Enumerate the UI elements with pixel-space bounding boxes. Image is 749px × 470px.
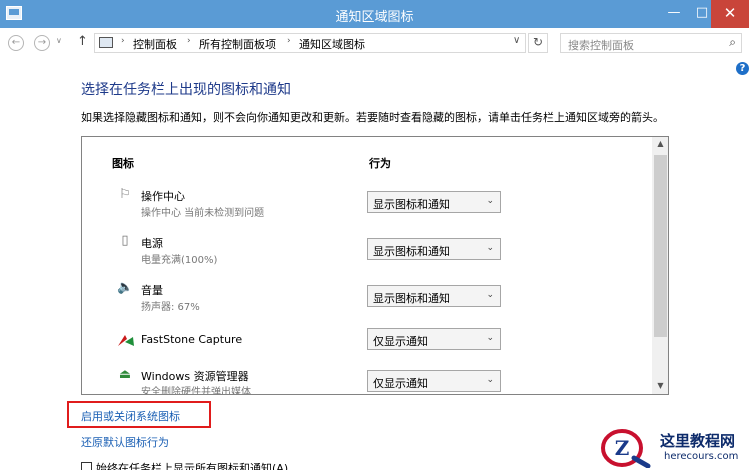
back-button[interactable]: ← <box>8 35 24 51</box>
breadcrumb-separator[interactable]: › <box>121 36 125 46</box>
page-title: 选择在任务栏上出现的图标和通知 <box>81 82 291 98</box>
column-header-action: 行为 <box>369 157 391 170</box>
watermark-title: 这里教程网 <box>660 432 736 450</box>
up-arrow-icon[interactable]: ↑ <box>77 34 88 49</box>
scroll-thumb[interactable] <box>654 155 667 337</box>
chevron-down-icon: ⌄ <box>486 375 494 385</box>
close-button[interactable]: ✕ <box>711 0 749 28</box>
behavior-select-value: 显示图标和通知 <box>373 292 450 305</box>
row-name: 操作中心 <box>141 190 185 203</box>
row-name: Windows 资源管理器 <box>141 370 249 383</box>
row-name: FastStone Capture <box>141 333 243 346</box>
faststone-capture-icon <box>118 335 134 346</box>
checkbox-box[interactable] <box>81 462 92 470</box>
behavior-select-value: 显示图标和通知 <box>373 245 450 258</box>
row-status: 安全删除硬件并弹出媒体 <box>141 387 251 395</box>
breadcrumb-notification-icons[interactable]: 通知区域图标 <box>299 36 365 52</box>
computer-icon <box>99 37 113 48</box>
column-header-icons: 图标 <box>112 157 134 170</box>
search-placeholder: 搜索控制面板 <box>568 39 634 52</box>
window-title: 通知区域图标 <box>335 10 414 25</box>
flag-icon: ⚐ <box>119 187 131 202</box>
chevron-down-icon: ⌄ <box>486 290 494 300</box>
watermark-url: herecours.com <box>664 451 739 462</box>
restore-default-link[interactable]: 还原默认图标行为 <box>81 434 169 450</box>
search-input[interactable]: 搜索控制面板 ⌕ <box>560 33 742 53</box>
page-description: 如果选择隐藏图标和通知，则不会向你通知更改和更新。若要随时查看隐藏的图标，请单击… <box>81 111 664 124</box>
watermark-logo: Z <box>601 429 651 468</box>
refresh-button[interactable]: ↻ <box>528 33 548 53</box>
breadcrumb[interactable]: › 控制面板 › 所有控制面板项 › 通知区域图标 ∨ <box>94 33 526 53</box>
chevron-down-icon: ⌄ <box>486 196 494 206</box>
recent-locations-icon[interactable]: ∨ <box>56 36 62 45</box>
behavior-select[interactable]: 显示图标和通知 ⌄ <box>367 238 501 260</box>
breadcrumb-control-panel[interactable]: 控制面板 <box>133 36 177 52</box>
chevron-down-icon: ⌄ <box>486 243 494 253</box>
row-status: 操作中心 当前未检测到问题 <box>141 208 265 219</box>
row-status: 扬声器: 67% <box>141 302 200 313</box>
behavior-select[interactable]: 显示图标和通知 ⌄ <box>367 191 501 213</box>
breadcrumb-separator[interactable]: › <box>187 36 191 46</box>
behavior-select-value: 仅显示通知 <box>373 377 428 390</box>
address-toolbar: ← → ∨ ↑ › 控制面板 › 所有控制面板项 › 通知区域图标 ∨ ↻ 搜索… <box>0 28 749 58</box>
safely-remove-hardware-icon: ⏏ <box>118 367 132 382</box>
behavior-select[interactable]: 仅显示通知 ⌄ <box>367 328 501 350</box>
title-bar: 通知区域图标 — □ ✕ <box>0 0 749 28</box>
battery-icon: ▯ <box>121 233 129 248</box>
vertical-scrollbar[interactable]: ▲ ▼ <box>652 137 668 394</box>
row-name: 音量 <box>141 284 163 297</box>
chevron-down-icon[interactable]: ∨ <box>513 35 520 46</box>
scroll-up-arrow-icon[interactable]: ▲ <box>652 139 668 148</box>
system-icons-link[interactable]: 启用或关闭系统图标 <box>81 408 180 424</box>
behavior-select-value: 显示图标和通知 <box>373 198 450 211</box>
row-status: 电量充满(100%) <box>141 255 218 266</box>
forward-button[interactable]: → <box>34 35 50 51</box>
chevron-down-icon: ⌄ <box>486 333 494 343</box>
breadcrumb-all-items[interactable]: 所有控制面板项 <box>199 36 276 52</box>
behavior-select[interactable]: 仅显示通知 ⌄ <box>367 370 501 392</box>
notification-icons-list: 图标 行为 ⚐ 操作中心 操作中心 当前未检测到问题 显示图标和通知 ⌄ ▯ 电… <box>81 136 669 395</box>
help-icon[interactable]: ? <box>736 62 749 75</box>
breadcrumb-separator[interactable]: › <box>287 36 291 46</box>
search-icon[interactable]: ⌕ <box>729 35 736 50</box>
scroll-down-arrow-icon[interactable]: ▼ <box>652 381 668 390</box>
always-show-all-checkbox[interactable]: 始终在任务栏上显示所有图标和通知(A) <box>81 460 288 470</box>
behavior-select[interactable]: 显示图标和通知 ⌄ <box>367 285 501 307</box>
checkbox-label: 始终在任务栏上显示所有图标和通知(A) <box>96 462 289 470</box>
minimize-button[interactable]: — <box>660 0 688 28</box>
speaker-icon: 🔈 <box>117 280 134 295</box>
behavior-select-value: 仅显示通知 <box>373 335 428 348</box>
row-name: 电源 <box>141 237 163 250</box>
watermark-logo-letter: Z <box>615 436 630 460</box>
